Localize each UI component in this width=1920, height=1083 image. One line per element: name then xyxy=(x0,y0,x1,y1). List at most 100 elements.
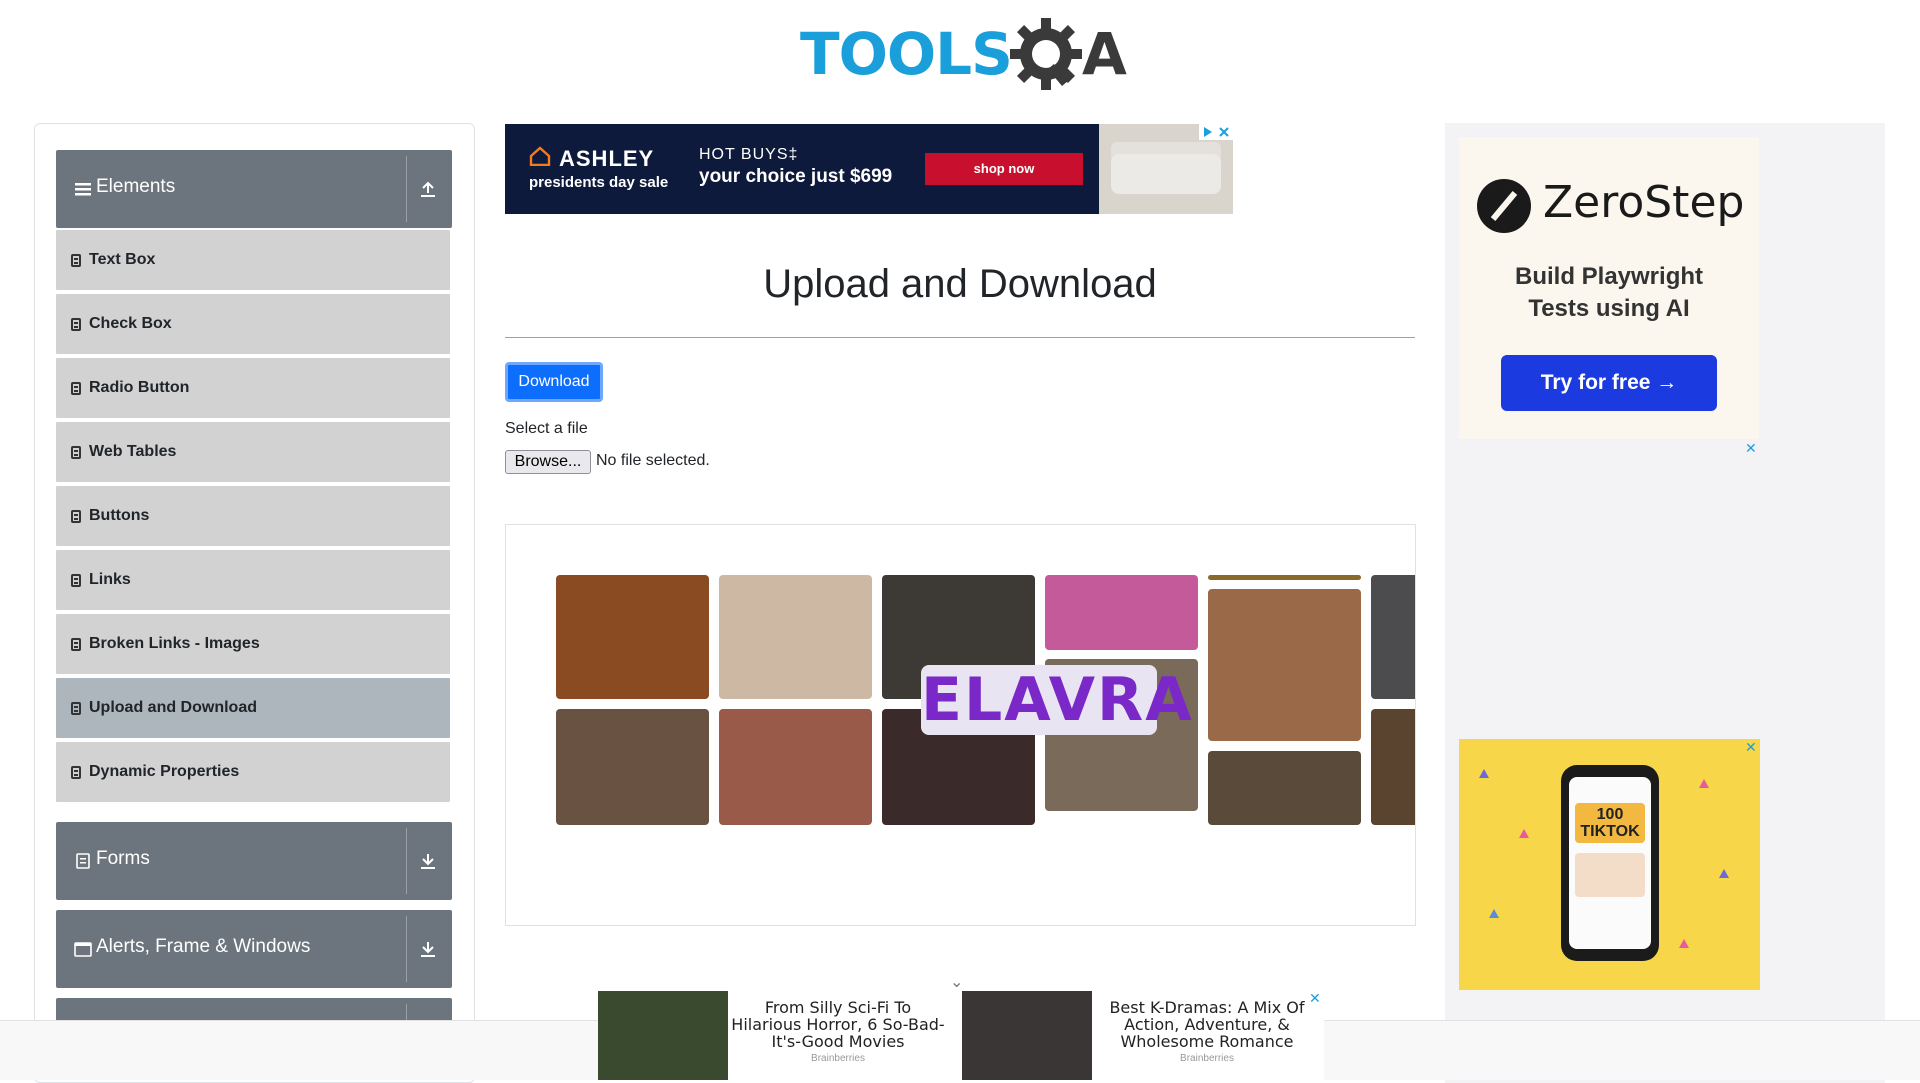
article-thumbnail[interactable] xyxy=(962,991,1092,1080)
form-icon xyxy=(76,853,90,869)
gallery-image xyxy=(1371,575,1415,699)
menu-item-label: Check Box xyxy=(89,315,172,332)
document-icon xyxy=(71,510,81,523)
zerostep-logo-icon xyxy=(1477,179,1531,233)
document-icon xyxy=(71,446,81,459)
ad-shop-now-button[interactable]: shop now xyxy=(925,153,1083,185)
expand-down-icon[interactable] xyxy=(419,851,437,871)
ashley-banner-ad[interactable]: ASHLEY presidents day sale HOT BUYS‡ you… xyxy=(505,124,1233,214)
file-status-text: No file selected. xyxy=(596,452,710,469)
tiktok-card: 100 TIKTOK xyxy=(1575,803,1645,843)
page-title: Upload and Download xyxy=(763,262,1157,306)
title-divider xyxy=(505,337,1415,338)
menu-item-dynamic-properties[interactable]: Dynamic Properties xyxy=(56,742,450,802)
menu-icon xyxy=(75,183,91,196)
group-elements-header[interactable]: Elements xyxy=(56,150,452,228)
tagline-line: Tests using AI xyxy=(1528,295,1690,322)
gallery-image xyxy=(556,575,709,699)
menu-item-broken-links[interactable]: Broken Links - Images xyxy=(56,614,450,674)
tiktok-ad[interactable]: 100 TIKTOK xyxy=(1459,739,1760,990)
menu-item-label: Upload and Download xyxy=(89,699,257,716)
article-source: Brainberries xyxy=(811,1053,865,1064)
menu-item-links[interactable]: Links xyxy=(56,550,450,610)
group-alerts-label: Alerts, Frame & Windows xyxy=(96,936,311,957)
tagline-line: Build Playwright xyxy=(1514,263,1703,290)
download-button[interactable]: Download xyxy=(505,362,603,402)
left-panel: Elements Text Box Check Box Radio Button… xyxy=(34,123,475,1083)
gallery-image xyxy=(719,575,872,699)
menu-item-web-tables[interactable]: Web Tables xyxy=(56,422,450,482)
confetti-shape xyxy=(1679,939,1689,948)
expand-down-icon[interactable] xyxy=(419,939,437,959)
ad-brand-sub: presidents day sale xyxy=(529,174,669,191)
header-divider xyxy=(406,828,407,894)
zerostep-ad[interactable]: ZeroStep Build Playwright Tests using AI… xyxy=(1459,137,1759,439)
gallery-image xyxy=(719,709,872,825)
gallery-ad[interactable]: ELAVRA xyxy=(505,524,1416,926)
group-forms-header[interactable]: Forms xyxy=(56,822,452,900)
header-divider xyxy=(406,156,407,222)
article-title[interactable]: From Silly Sci-Fi To Hilarious Horror, 6… xyxy=(728,999,948,1050)
article-title[interactable]: Best K-Dramas: A Mix Of Action, Adventur… xyxy=(1092,999,1322,1050)
menu-item-label: Web Tables xyxy=(89,443,177,460)
collapse-up-icon[interactable] xyxy=(419,179,437,199)
menu-item-label: Dynamic Properties xyxy=(89,763,240,780)
close-icon[interactable]: ✕ xyxy=(1745,440,1757,457)
menu-item-label: Links xyxy=(89,571,131,588)
select-file-label: Select a file xyxy=(505,420,588,437)
close-icon[interactable]: ✕ xyxy=(1745,739,1757,756)
phone-card xyxy=(1575,853,1645,897)
menu-item-buttons[interactable]: Buttons xyxy=(56,486,450,546)
bottom-native-ad[interactable]: From Silly Sci-Fi To Hilarious Horror, 6… xyxy=(598,991,1324,1080)
ad-price-text: your choice just $699 xyxy=(699,166,893,187)
confetti-shape xyxy=(1479,769,1489,778)
menu-item-upload-download[interactable]: Upload and Download xyxy=(56,678,450,738)
menu-item-label: Text Box xyxy=(89,251,156,268)
phone-screen: 100 TIKTOK xyxy=(1569,777,1651,949)
confetti-shape xyxy=(1699,779,1709,788)
try-for-free-button[interactable]: Try for free → xyxy=(1501,355,1717,411)
menu-item-check-box[interactable]: Check Box xyxy=(56,294,450,354)
gallery-image xyxy=(1208,575,1361,580)
confetti-shape xyxy=(1719,869,1729,878)
adchoices-icon[interactable] xyxy=(1199,124,1233,140)
gallery-image xyxy=(1045,575,1198,650)
document-icon xyxy=(71,574,81,587)
menu-item-text-box[interactable]: Text Box xyxy=(56,230,450,290)
window-icon xyxy=(74,942,92,957)
toolsqa-logo[interactable]: TOOLS A xyxy=(800,14,1127,94)
zerostep-tagline: Build Playwright Tests using AI xyxy=(1459,261,1759,325)
gallery-image xyxy=(1208,589,1361,741)
house-icon xyxy=(529,146,551,166)
confetti-shape xyxy=(1489,909,1499,918)
article-thumbnail[interactable] xyxy=(598,991,728,1080)
header-divider xyxy=(406,916,407,982)
article-source: Brainberries xyxy=(1180,1053,1234,1064)
confetti-shape xyxy=(1519,829,1529,838)
document-icon xyxy=(71,382,81,395)
gallery-image xyxy=(1208,751,1361,825)
phone-image: 100 TIKTOK xyxy=(1561,765,1659,961)
document-icon xyxy=(71,318,81,331)
menu-item-label: Radio Button xyxy=(89,379,190,396)
group-elements-label: Elements xyxy=(96,176,176,197)
elements-menu-list: Text Box Check Box Radio Button Web Tabl… xyxy=(56,230,452,806)
ad-brand: ASHLEY xyxy=(559,146,655,171)
close-icon[interactable]: ✕ xyxy=(1309,990,1321,1007)
chevron-down-icon[interactable]: ⌄ xyxy=(950,972,963,992)
browse-button[interactable]: Browse... xyxy=(505,450,591,474)
logo-qa-text: A xyxy=(1082,20,1127,88)
elavra-logo: ELAVRA xyxy=(921,665,1194,735)
menu-item-label: Broken Links - Images xyxy=(89,635,260,652)
zerostep-brand: ZeroStep xyxy=(1543,177,1745,228)
logo-tools-text: TOOLS xyxy=(800,20,1013,88)
document-icon xyxy=(71,766,81,779)
ad-hot-buys: HOT BUYS‡ xyxy=(699,146,799,163)
gallery-image xyxy=(1371,709,1415,825)
menu-item-label: Buttons xyxy=(89,507,150,524)
gear-icon xyxy=(1010,18,1082,90)
document-icon xyxy=(71,254,81,267)
document-icon xyxy=(71,638,81,651)
menu-item-radio-button[interactable]: Radio Button xyxy=(56,358,450,418)
group-alerts-header[interactable]: Alerts, Frame & Windows xyxy=(56,910,452,988)
